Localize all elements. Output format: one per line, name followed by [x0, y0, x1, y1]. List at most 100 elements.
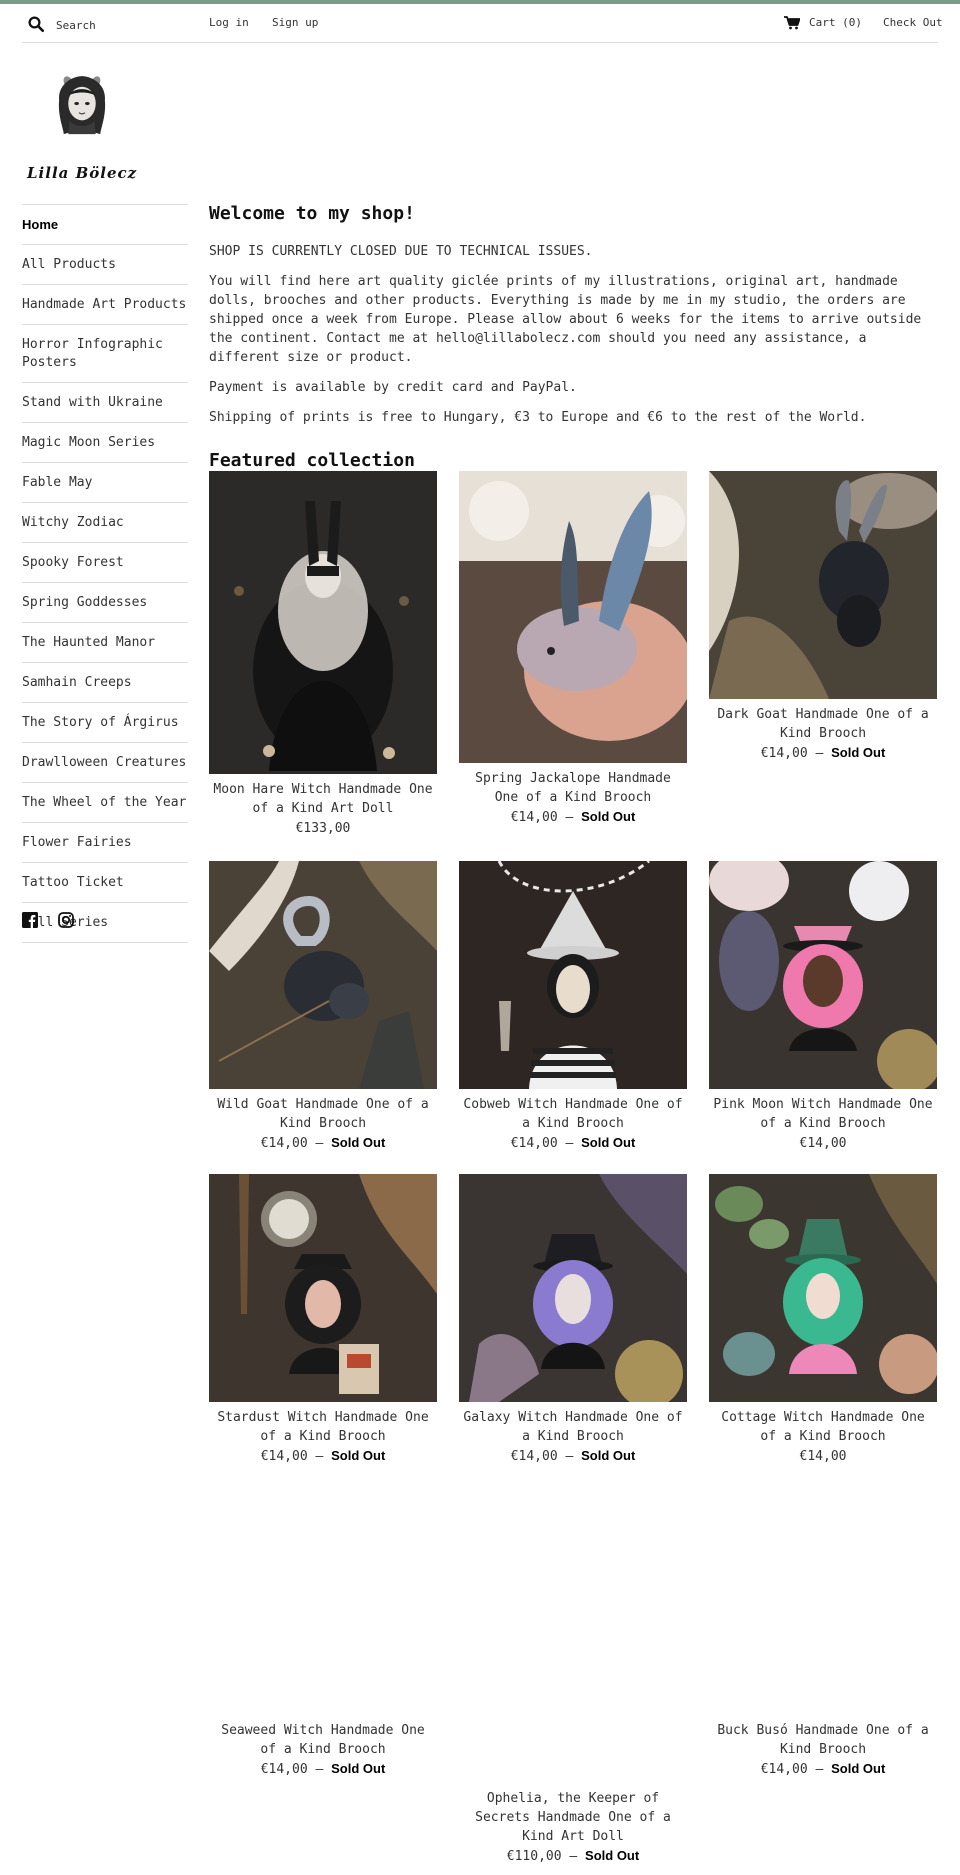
sold-out-label: Sold Out: [581, 1448, 636, 1463]
product-price: €14,00 — Sold Out: [209, 1446, 437, 1466]
sidebar-item-story-of-argirus[interactable]: The Story of Árgirus: [22, 703, 188, 743]
product-image[interactable]: [209, 471, 437, 774]
sold-out-label: Sold Out: [331, 1135, 386, 1150]
product-image[interactable]: [209, 1487, 437, 1715]
product-title[interactable]: Seaweed Witch Handmade One of a Kind Bro…: [209, 1721, 437, 1759]
price-value: €14,00 —: [260, 1136, 324, 1151]
sidebar-item-all-products[interactable]: All Products: [22, 245, 188, 285]
sold-out-label: Sold Out: [831, 745, 886, 760]
product-card[interactable]: Moon Hare Witch Handmade One of a Kind A…: [209, 471, 437, 838]
product-image[interactable]: [209, 861, 437, 1089]
sold-out-label: Sold Out: [331, 1761, 386, 1776]
product-card[interactable]: Galaxy Witch Handmade One of a Kind Broo…: [459, 1174, 687, 1466]
site-header: Log in Sign up Cart (0) Check Out: [22, 4, 943, 43]
sidebar-item-spooky-forest[interactable]: Spooky Forest: [22, 543, 188, 583]
product-image[interactable]: [459, 471, 687, 763]
cart-icon[interactable]: [784, 16, 800, 30]
search-input[interactable]: [56, 13, 206, 37]
sold-out-label: Sold Out: [581, 809, 636, 824]
product-title[interactable]: Ophelia, the Keeper of Secrets Handmade …: [459, 1789, 687, 1846]
product-title[interactable]: Wild Goat Handmade One of a Kind Brooch: [209, 1095, 437, 1133]
product-price: €14,00: [709, 1446, 937, 1466]
product-image[interactable]: [709, 1487, 937, 1715]
cart-link[interactable]: Cart (0): [809, 16, 862, 29]
product-title[interactable]: Cottage Witch Handmade One of a Kind Bro…: [709, 1408, 937, 1446]
product-title[interactable]: Pink Moon Witch Handmade One of a Kind B…: [709, 1095, 937, 1133]
instagram-icon[interactable]: [57, 912, 74, 928]
sold-out-label: Sold Out: [831, 1761, 886, 1776]
product-title[interactable]: Galaxy Witch Handmade One of a Kind Broo…: [459, 1408, 687, 1446]
checkout-link[interactable]: Check Out: [883, 16, 943, 29]
price-value: €14,00 —: [760, 1762, 824, 1777]
sidebar-item-samhain-creeps[interactable]: Samhain Creeps: [22, 663, 188, 703]
product-image[interactable]: [459, 861, 687, 1089]
product-title[interactable]: Spring Jackalope Handmade One of a Kind …: [459, 769, 687, 807]
sidebar-item-stand-with-ukraine[interactable]: Stand with Ukraine: [22, 383, 188, 423]
product-image[interactable]: [459, 1174, 687, 1402]
product-title[interactable]: Stardust Witch Handmade One of a Kind Br…: [209, 1408, 437, 1446]
sidebar-item-magic-moon-series[interactable]: Magic Moon Series: [22, 423, 188, 463]
product-card[interactable]: Spring Jackalope Handmade One of a Kind …: [459, 471, 687, 827]
price-value: €110,00 —: [506, 1849, 578, 1864]
login-link[interactable]: Log in: [209, 16, 249, 29]
product-title[interactable]: Cobweb Witch Handmade One of a Kind Broo…: [459, 1095, 687, 1133]
facebook-icon[interactable]: [22, 912, 38, 928]
product-price: €14,00 — Sold Out: [709, 743, 937, 763]
product-image[interactable]: [209, 1174, 437, 1402]
logo-wordmark: Lilla Bölecz: [27, 164, 138, 182]
price-value: €133,00: [295, 821, 351, 836]
sidebar-item-wheel-of-the-year[interactable]: The Wheel of the Year: [22, 783, 188, 823]
product-title[interactable]: Buck Busó Handmade One of a Kind Brooch: [709, 1721, 937, 1759]
product-card[interactable]: Seaweed Witch Handmade One of a Kind Bro…: [209, 1487, 437, 1779]
sidebar-item-haunted-manor[interactable]: The Haunted Manor: [22, 623, 188, 663]
product-title[interactable]: Dark Goat Handmade One of a Kind Brooch: [709, 705, 937, 743]
sidebar-item-spring-goddesses[interactable]: Spring Goddesses: [22, 583, 188, 623]
sold-out-label: Sold Out: [585, 1848, 640, 1863]
product-card[interactable]: Cobweb Witch Handmade One of a Kind Broo…: [459, 861, 687, 1153]
product-card[interactable]: Wild Goat Handmade One of a Kind Brooch …: [209, 861, 437, 1153]
closed-notice: SHOP IS CURRENTLY CLOSED DUE TO TECHNICA…: [209, 244, 593, 259]
product-price: €14,00 — Sold Out: [459, 1133, 687, 1153]
product-image[interactable]: [709, 471, 937, 699]
product-price: €110,00 — Sold Out: [459, 1846, 687, 1866]
product-title[interactable]: Moon Hare Witch Handmade One of a Kind A…: [209, 780, 437, 818]
product-price: €14,00 — Sold Out: [209, 1133, 437, 1153]
product-price: €14,00: [709, 1133, 937, 1153]
product-card[interactable]: Dark Goat Handmade One of a Kind Brooch …: [709, 471, 937, 763]
product-image[interactable]: [459, 1487, 687, 1783]
price-value: €14,00 —: [760, 746, 824, 761]
sold-out-label: Sold Out: [581, 1135, 636, 1150]
sidebar-nav: Home All Products Handmade Art Products …: [22, 204, 188, 943]
price-value: €14,00 —: [510, 1449, 574, 1464]
product-price: €133,00: [209, 818, 437, 838]
sidebar-item-witchy-zodiac[interactable]: Witchy Zodiac: [22, 503, 188, 543]
payment-info: Payment is available by credit card and …: [209, 380, 577, 395]
sidebar-item-flower-fairies[interactable]: Flower Fairies: [22, 823, 188, 863]
shipping-info: Shipping of prints is free to Hungary, €…: [209, 410, 867, 425]
product-card[interactable]: Stardust Witch Handmade One of a Kind Br…: [209, 1174, 437, 1466]
price-value: €14,00 —: [510, 810, 574, 825]
search-icon[interactable]: [27, 15, 45, 33]
price-value: €14,00 —: [510, 1136, 574, 1151]
social-links: [22, 912, 84, 930]
sidebar-item-drawlloween-creatures[interactable]: Drawlloween Creatures: [22, 743, 188, 783]
product-price: €14,00 — Sold Out: [459, 1446, 687, 1466]
sidebar-item-tattoo-ticket[interactable]: Tattoo Ticket: [22, 863, 188, 903]
price-value: €14,00 —: [260, 1449, 324, 1464]
signup-link[interactable]: Sign up: [272, 16, 318, 29]
site-logo[interactable]: Lilla Bölecz: [22, 70, 142, 188]
product-price: €14,00 — Sold Out: [209, 1759, 437, 1779]
sidebar-item-handmade-art-products[interactable]: Handmade Art Products: [22, 285, 188, 325]
product-card[interactable]: Ophelia, the Keeper of Secrets Handmade …: [459, 1487, 687, 1866]
sidebar-item-horror-infographic-posters[interactable]: Horror Infographic Posters: [22, 325, 188, 383]
product-card[interactable]: Buck Busó Handmade One of a Kind Brooch …: [709, 1487, 937, 1779]
product-price: €14,00 — Sold Out: [709, 1759, 937, 1779]
intro-paragraph: You will find here art quality giclée pr…: [209, 274, 922, 365]
product-image[interactable]: [709, 1174, 937, 1402]
sidebar-item-home[interactable]: Home: [22, 205, 188, 245]
product-image[interactable]: [709, 861, 937, 1089]
product-card[interactable]: Cottage Witch Handmade One of a Kind Bro…: [709, 1174, 937, 1466]
product-card[interactable]: Pink Moon Witch Handmade One of a Kind B…: [709, 861, 937, 1153]
price-value: €14,00: [799, 1136, 847, 1151]
sidebar-item-fable-may[interactable]: Fable May: [22, 463, 188, 503]
